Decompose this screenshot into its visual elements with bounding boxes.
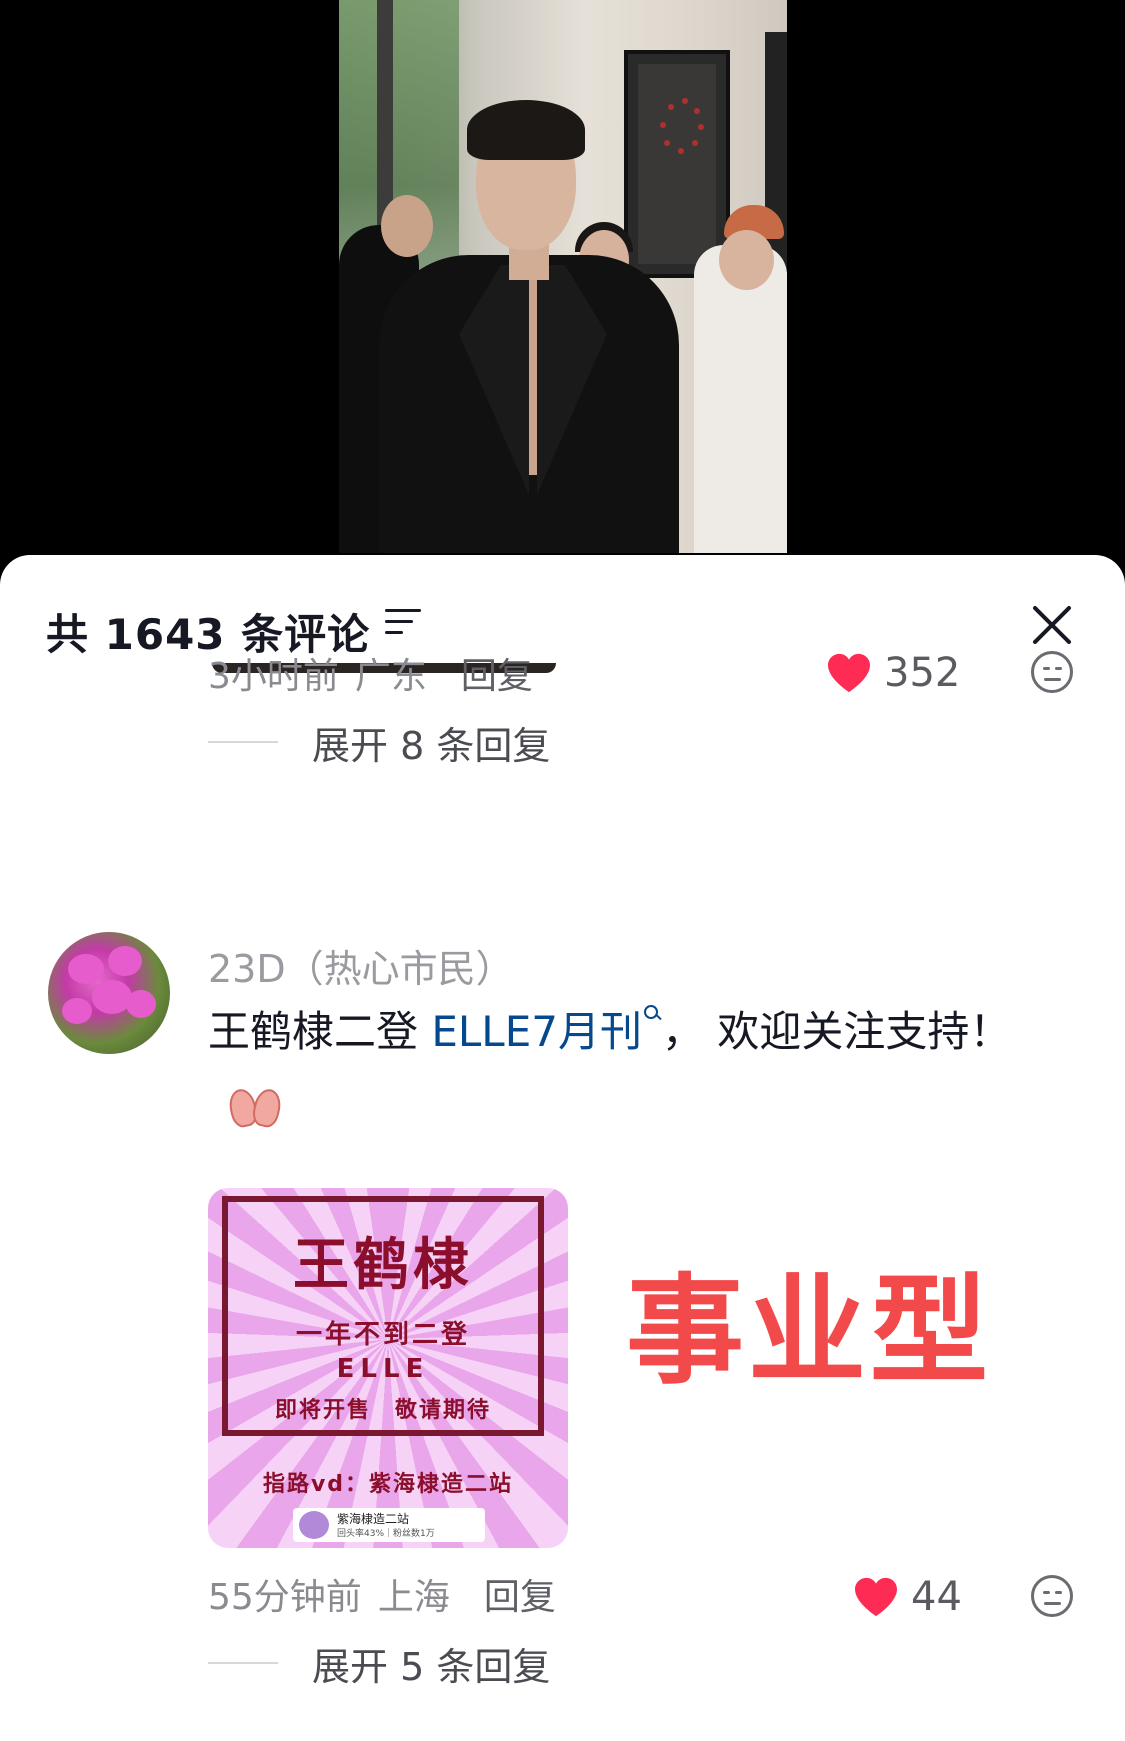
- filter-icon[interactable]: [385, 605, 425, 641]
- dislike-icon[interactable]: [1031, 1575, 1073, 1617]
- image-text-brand: ELLE: [336, 1354, 430, 1384]
- badge-logo-icon: [299, 1511, 329, 1539]
- image-text-title: 王鹤棣: [293, 1233, 473, 1298]
- pray-emoji-icon: [226, 1086, 284, 1129]
- expand-replies-button[interactable]: 展开 8 条回复: [208, 717, 551, 768]
- close-icon[interactable]: [1028, 601, 1076, 649]
- comment-text-part: ， 欢迎关注支持！: [661, 1007, 1012, 1056]
- heart-icon: [828, 653, 870, 693]
- expand-replies-button[interactable]: 展开 5 条回复: [208, 1638, 551, 1689]
- comment-time: 55分钟前: [208, 1577, 362, 1618]
- search-link[interactable]: ELLE7月刊: [431, 1005, 662, 1056]
- badge-name: 紫海棣造二站: [337, 1512, 410, 1526]
- like-count: 352: [884, 650, 961, 696]
- video-bg-artwork: [624, 50, 730, 278]
- image-text-pointer: 指路vd：紫海棣造二站: [262, 1472, 514, 1497]
- comment-username[interactable]: 23D（热心市民）: [208, 938, 514, 993]
- video-bg-person-face: [381, 195, 433, 257]
- comment-image-frame: 王鹤棣 一年不到二登 ELLE 即将开售 敬请期待: [222, 1196, 544, 1436]
- comment-text-part: 王鹤棣二登: [208, 1007, 432, 1056]
- video-player[interactable]: [0, 0, 1125, 560]
- like-button[interactable]: 44: [853, 1572, 962, 1622]
- comment-image[interactable]: 王鹤棣 一年不到二登 ELLE 即将开售 敬请期待 指路vd：紫海棣造二站 紫海…: [208, 1188, 568, 1548]
- reply-button[interactable]: 回复: [461, 647, 533, 699]
- comment-time: 3小时前: [208, 656, 339, 697]
- video-bg-person: [694, 245, 787, 553]
- like-button[interactable]: 352: [826, 648, 960, 698]
- comment-location: 广东: [354, 656, 427, 697]
- badge-stats: 回头率43%｜粉丝数1万: [337, 1529, 435, 1539]
- avatar[interactable]: [48, 932, 170, 1054]
- comment-meta: 55分钟前 上海 回复: [208, 1569, 556, 1619]
- heart-icon: [855, 1577, 897, 1617]
- video-bg-person-face: [719, 230, 774, 290]
- image-overlay-text: 事业型: [626, 1262, 993, 1400]
- search-icon: [643, 1005, 662, 1023]
- comment-meta: 3小时前 广东 回复: [208, 648, 533, 698]
- reply-button[interactable]: 回复: [484, 1568, 556, 1620]
- like-count: 44: [911, 1574, 962, 1620]
- video-frame[interactable]: [339, 0, 787, 553]
- comment-location: 上海: [377, 1577, 450, 1618]
- image-badge: 紫海棣造二站 回头率43%｜粉丝数1万: [293, 1508, 485, 1542]
- expand-replies-label: 展开 8 条回复: [312, 723, 551, 768]
- comment-text: 王鹤棣二登 ELLE7月刊 ， 欢迎关注支持！: [208, 995, 1038, 1143]
- comments-sheet: 共 1643 条评论 3小时前 广东 回复 352 展开 8 条回复 23D（热…: [0, 555, 1125, 1741]
- image-text-notice: 即将开售 敬请期待: [274, 1398, 491, 1423]
- dislike-icon[interactable]: [1031, 651, 1073, 693]
- search-link-label: ELLE7月刊: [431, 1007, 642, 1056]
- video-main-person-hair: [467, 100, 585, 160]
- image-text-subtitle: 一年不到二登: [295, 1320, 470, 1350]
- expand-divider: [208, 741, 278, 743]
- expand-replies-label: 展开 5 条回复: [312, 1644, 551, 1689]
- expand-divider: [208, 1662, 278, 1664]
